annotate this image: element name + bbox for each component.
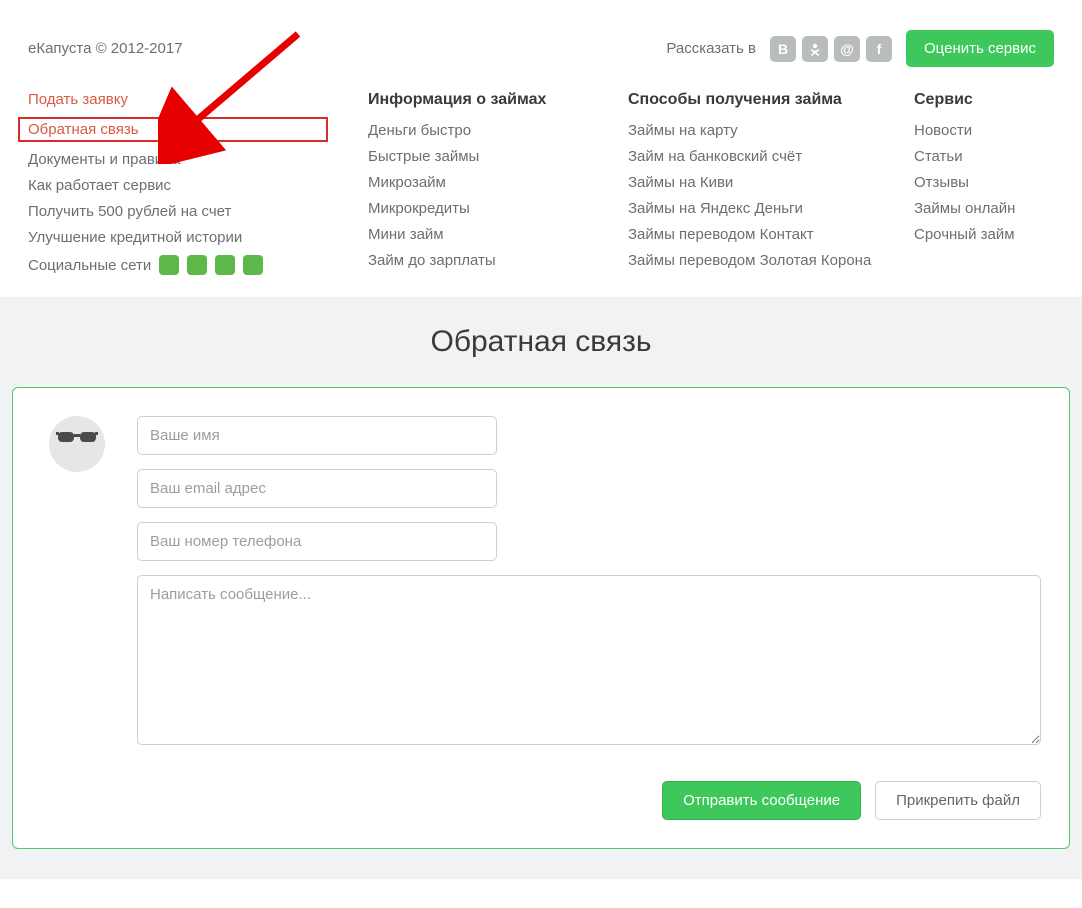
nav-col3-item[interactable]: Займ на банковский счёт bbox=[628, 148, 874, 165]
avatar bbox=[49, 416, 105, 472]
email-input[interactable] bbox=[137, 469, 497, 508]
vk-mini-icon[interactable] bbox=[159, 255, 179, 275]
nav-socials[interactable]: Социальные сети bbox=[28, 257, 151, 274]
nav-col4-item[interactable]: Статьи bbox=[914, 148, 1054, 165]
nav-col3-item[interactable]: Займы на карту bbox=[628, 122, 874, 139]
nav-credit-history[interactable]: Улучшение кредитной истории bbox=[28, 229, 328, 246]
nav-col4-item[interactable]: Новости bbox=[914, 122, 1054, 139]
ok-icon[interactable] bbox=[802, 36, 828, 62]
mail-icon[interactable]: @ bbox=[834, 36, 860, 62]
copyright: еКапуста © 2012-2017 bbox=[28, 40, 183, 57]
attach-file-button[interactable]: Прикрепить файл bbox=[875, 781, 1041, 820]
twitter-mini-icon[interactable] bbox=[243, 255, 263, 275]
share-icons: B @ f bbox=[770, 36, 892, 62]
nav-col2-item[interactable]: Быстрые займы bbox=[368, 148, 588, 165]
col2-heading: Информация о займах bbox=[368, 91, 588, 109]
fb-mini-icon[interactable] bbox=[187, 255, 207, 275]
nav-col3-item[interactable]: Займы переводом Контакт bbox=[628, 226, 874, 243]
nav-col4-item[interactable]: Займы онлайн bbox=[914, 200, 1054, 217]
nav-apply[interactable]: Подать заявку bbox=[28, 91, 328, 108]
rate-service-button[interactable]: Оценить сервис bbox=[906, 30, 1054, 67]
share-label: Рассказать в bbox=[666, 40, 756, 57]
message-textarea[interactable] bbox=[137, 575, 1041, 745]
nav-col2-item[interactable]: Займ до зарплаты bbox=[368, 252, 588, 269]
col3-heading: Способы получения займа bbox=[628, 91, 874, 109]
vk-icon[interactable]: B bbox=[770, 36, 796, 62]
nav-col2-item[interactable]: Деньги быстро bbox=[368, 122, 588, 139]
feedback-card: Отправить сообщение Прикрепить файл bbox=[12, 387, 1070, 849]
nav-col2-item[interactable]: Микрозайм bbox=[368, 174, 588, 191]
col4-heading: Сервис bbox=[914, 91, 1054, 109]
nav-col4-item[interactable]: Отзывы bbox=[914, 174, 1054, 191]
page-title: Обратная связь bbox=[12, 325, 1070, 359]
name-input[interactable] bbox=[137, 416, 497, 455]
fb-icon[interactable]: f bbox=[866, 36, 892, 62]
nav-docs[interactable]: Документы и правила bbox=[28, 151, 328, 168]
nav-feedback[interactable]: Обратная связь bbox=[18, 117, 328, 142]
nav-how-it-works[interactable]: Как работает сервис bbox=[28, 177, 328, 194]
nav-get-500[interactable]: Получить 500 рублей на счет bbox=[28, 203, 328, 220]
gplus-mini-icon[interactable] bbox=[215, 255, 235, 275]
nav-col3-item[interactable]: Займы переводом Золотая Корона bbox=[628, 252, 874, 269]
nav-col3-item[interactable]: Займы на Яндекс Деньги bbox=[628, 200, 874, 217]
send-button[interactable]: Отправить сообщение bbox=[662, 781, 861, 820]
nav-col4-item[interactable]: Срочный займ bbox=[914, 226, 1054, 243]
nav-col2-item[interactable]: Микрокредиты bbox=[368, 200, 588, 217]
phone-input[interactable] bbox=[137, 522, 497, 561]
nav-col3-item[interactable]: Займы на Киви bbox=[628, 174, 874, 191]
nav-col2-item[interactable]: Мини займ bbox=[368, 226, 588, 243]
